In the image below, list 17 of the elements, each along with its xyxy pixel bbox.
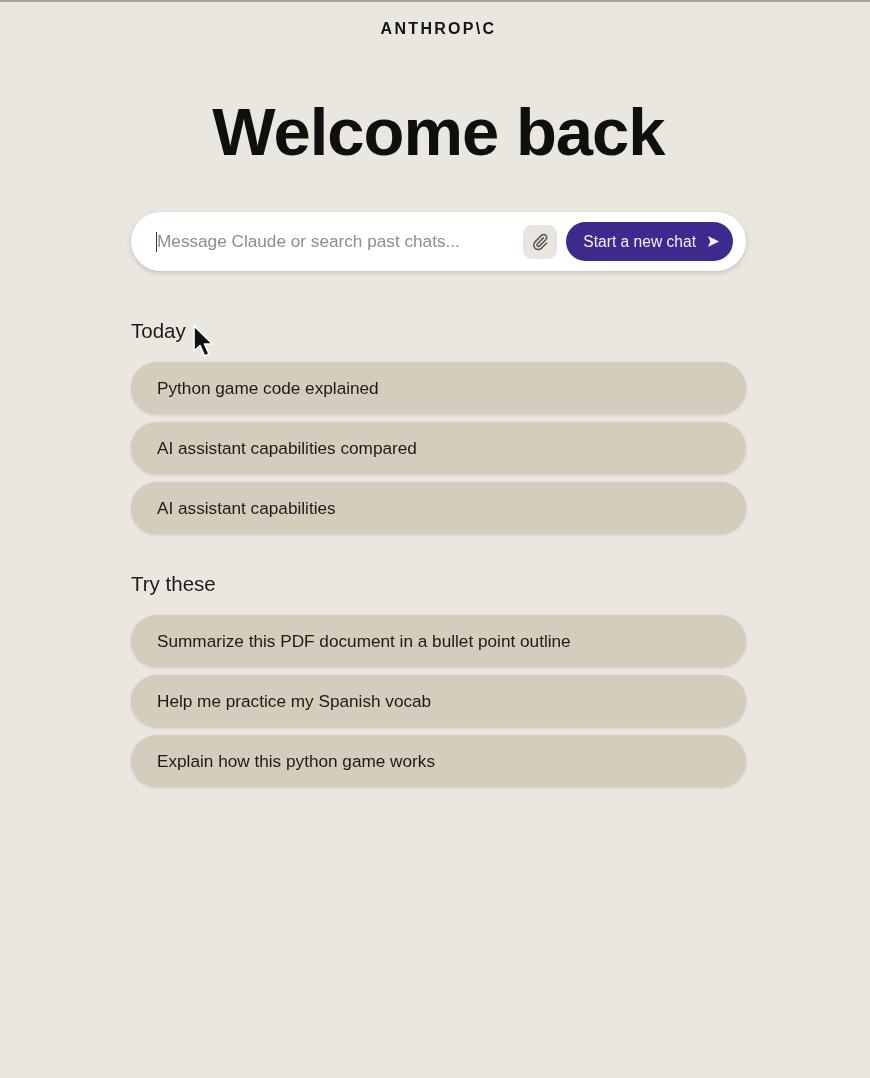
section-heading: Try these (131, 572, 216, 596)
brand-logo: ANTHROP\C (380, 19, 497, 39)
suggestion-item[interactable]: Explain how this python game works (131, 735, 746, 787)
recent-chat-item[interactable]: Python game code explained (131, 362, 746, 414)
suggestion-item[interactable]: Summarize this PDF document in a bullet point outline (131, 615, 746, 667)
suggestion-item[interactable]: Help me practice my Spanish vocab (131, 675, 746, 727)
welcome-heading: Welcome back (212, 93, 665, 171)
send-arrow-icon (707, 235, 720, 248)
paperclip-icon (531, 232, 550, 251)
section-heading: Today (131, 319, 186, 343)
attach-button[interactable] (523, 224, 558, 259)
message-input[interactable]: Message Claude or search past chats... (157, 229, 516, 254)
recent-chat-item[interactable]: AI assistant capabilities compared (131, 422, 746, 474)
text-caret (156, 231, 157, 252)
recent-chat-item[interactable]: AI assistant capabilities (131, 482, 746, 534)
start-chat-button[interactable]: Start a new chat (566, 222, 733, 261)
mouse-pointer-icon (192, 325, 214, 359)
